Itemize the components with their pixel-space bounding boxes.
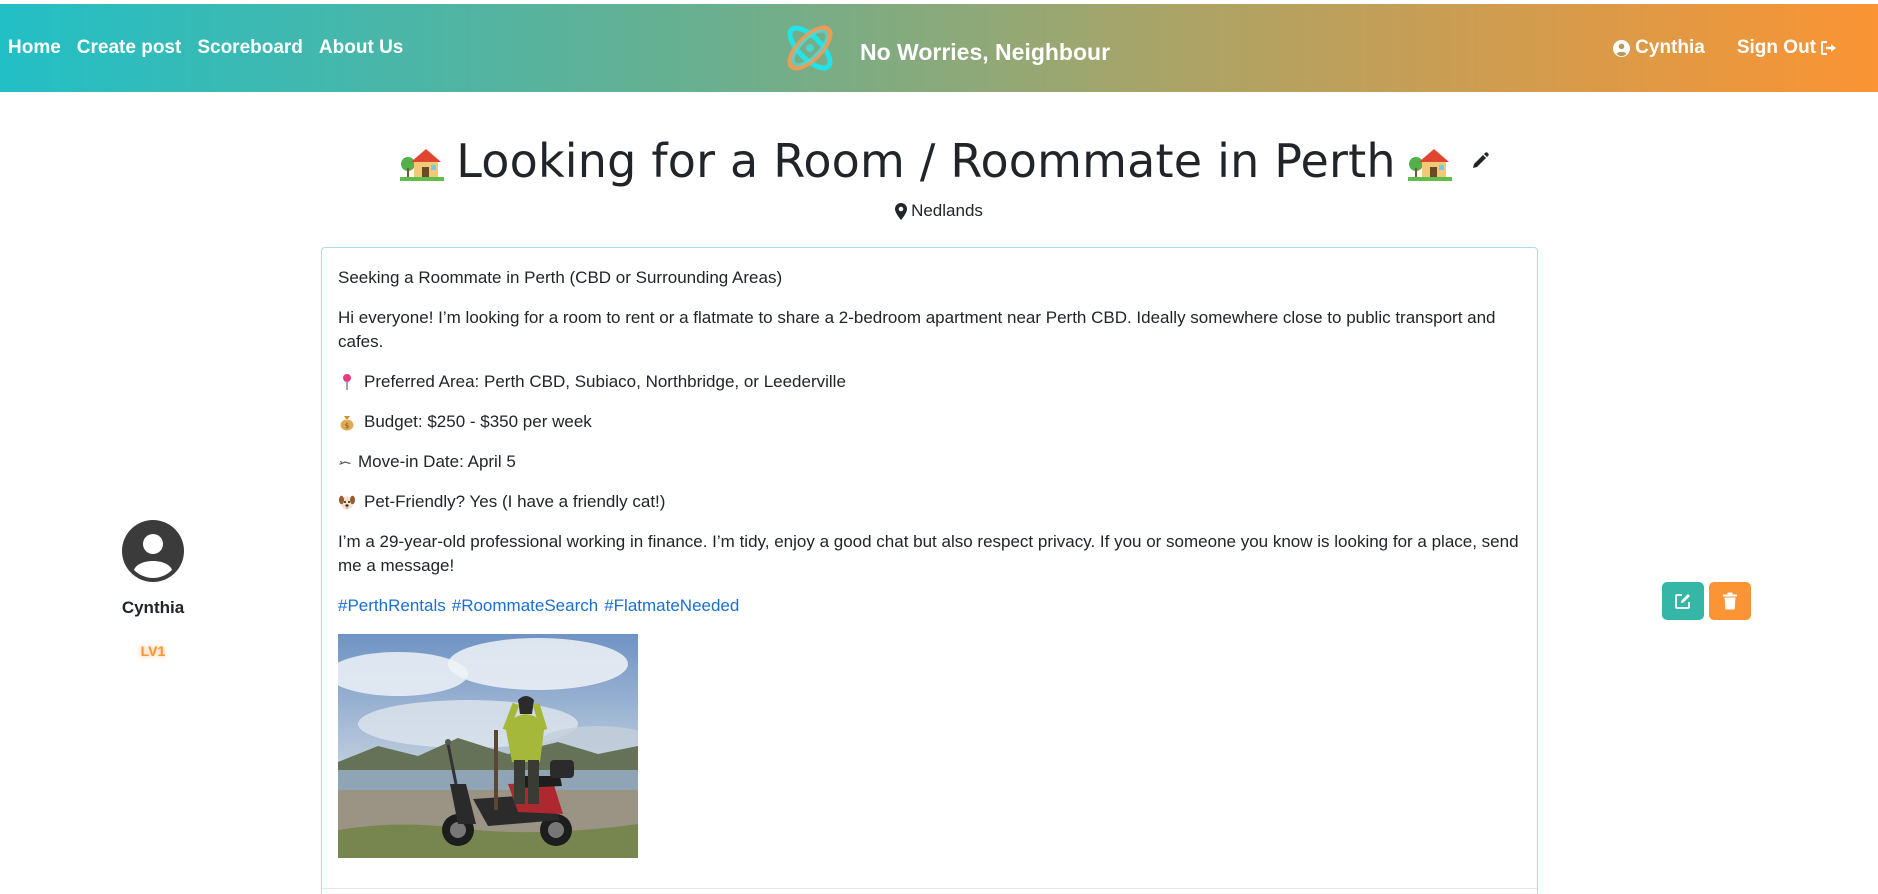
- nav-about-link[interactable]: About Us: [319, 37, 403, 59]
- brand-logo-icon: [787, 25, 833, 71]
- hashtag-link[interactable]: #RoommateSearch: [452, 596, 598, 615]
- trash-icon: [1723, 592, 1737, 610]
- user-profile-link[interactable]: Cynthia: [1613, 37, 1705, 59]
- card-divider: [322, 888, 1537, 889]
- post-title-text: Looking for a Room / Roommate in Perth: [456, 134, 1396, 188]
- edit-post-button[interactable]: [1662, 582, 1704, 620]
- detail-text: Pet-Friendly? Yes (I have a friendly cat…: [364, 492, 666, 511]
- post-title-row: Looking for a Room / Roommate in Perth: [0, 134, 1878, 188]
- pushpin-icon: [343, 374, 351, 390]
- detail-move-in: Move-in Date: April 5: [338, 450, 1521, 474]
- hashtag-link[interactable]: #FlatmateNeeded: [604, 596, 739, 615]
- level-badge: LV1: [140, 643, 166, 659]
- detail-text: Preferred Area: Perth CBD, Subiaco, Nort…: [364, 372, 846, 391]
- map-marker-icon: [895, 202, 908, 220]
- post-title: Looking for a Room / Roommate in Perth: [388, 134, 1490, 188]
- sign-out-label: Sign Out: [1736, 37, 1816, 58]
- hashtag-link[interactable]: #PerthRentals: [338, 596, 446, 615]
- edit-icon: [1675, 594, 1690, 609]
- detail-pet-friendly: Pet-Friendly? Yes (I have a friendly cat…: [338, 490, 1521, 514]
- location-text: Nedlands: [911, 201, 983, 220]
- nav-right: Cynthia Sign Out: [1581, 4, 1838, 92]
- nav-home-link[interactable]: Home: [8, 37, 61, 59]
- detail-text: Budget: $250 - $350 per week: [364, 412, 592, 431]
- post-about-paragraph: I’m a 29-year-old professional working i…: [338, 532, 1519, 575]
- nav-create-post-link[interactable]: Create post: [77, 37, 182, 59]
- user-circle-icon: [1613, 39, 1631, 57]
- money-bag-icon: $: [340, 416, 354, 431]
- hashtag-list: #PerthRentals #RoommateSearch #FlatmateNee…: [338, 594, 1521, 618]
- post-author: Cynthia LV1: [112, 520, 194, 659]
- user-name: Cynthia: [1635, 37, 1705, 58]
- brand-name: No Worries, Neighbour: [860, 38, 1111, 65]
- svg-text:$: $: [345, 422, 349, 430]
- delete-post-button[interactable]: [1709, 582, 1751, 620]
- sign-out-link[interactable]: Sign Out: [1737, 37, 1838, 59]
- calendar-icon: [339, 460, 351, 465]
- post-location: Nedlands: [0, 201, 1878, 221]
- pencil-icon[interactable]: [1470, 151, 1490, 171]
- house-with-garden-icon: [400, 149, 445, 181]
- house-with-garden-icon: [1407, 149, 1452, 181]
- nav-scoreboard-link[interactable]: Scoreboard: [197, 37, 303, 59]
- detail-budget: $ Budget: $250 - $350 per week: [338, 410, 1521, 434]
- post-intro-paragraph: Hi everyone! I’m looking for a room to r…: [338, 308, 1496, 351]
- avatar[interactable]: [122, 520, 184, 582]
- post-heading-line: Seeking a Roommate in Perth (CBD or Surr…: [338, 268, 783, 287]
- sign-out-icon: [1821, 41, 1836, 55]
- detail-preferred-area: Preferred Area: Perth CBD, Subiaco, Nort…: [338, 370, 1521, 394]
- brand[interactable]: No Worries, Neighbour: [780, 18, 1110, 78]
- post-actions: [1662, 582, 1751, 620]
- post-body-card: Seeking a Roommate in Perth (CBD or Surr…: [321, 247, 1538, 894]
- post-photo[interactable]: [338, 634, 638, 858]
- nav-left: Home Create post Scoreboard About Us: [8, 4, 419, 92]
- author-name: Cynthia: [121, 598, 185, 617]
- detail-text: Move-in Date: April 5: [358, 452, 516, 471]
- navbar: Home Create post Scoreboard About Us No …: [0, 4, 1878, 92]
- dog-icon: [339, 495, 355, 510]
